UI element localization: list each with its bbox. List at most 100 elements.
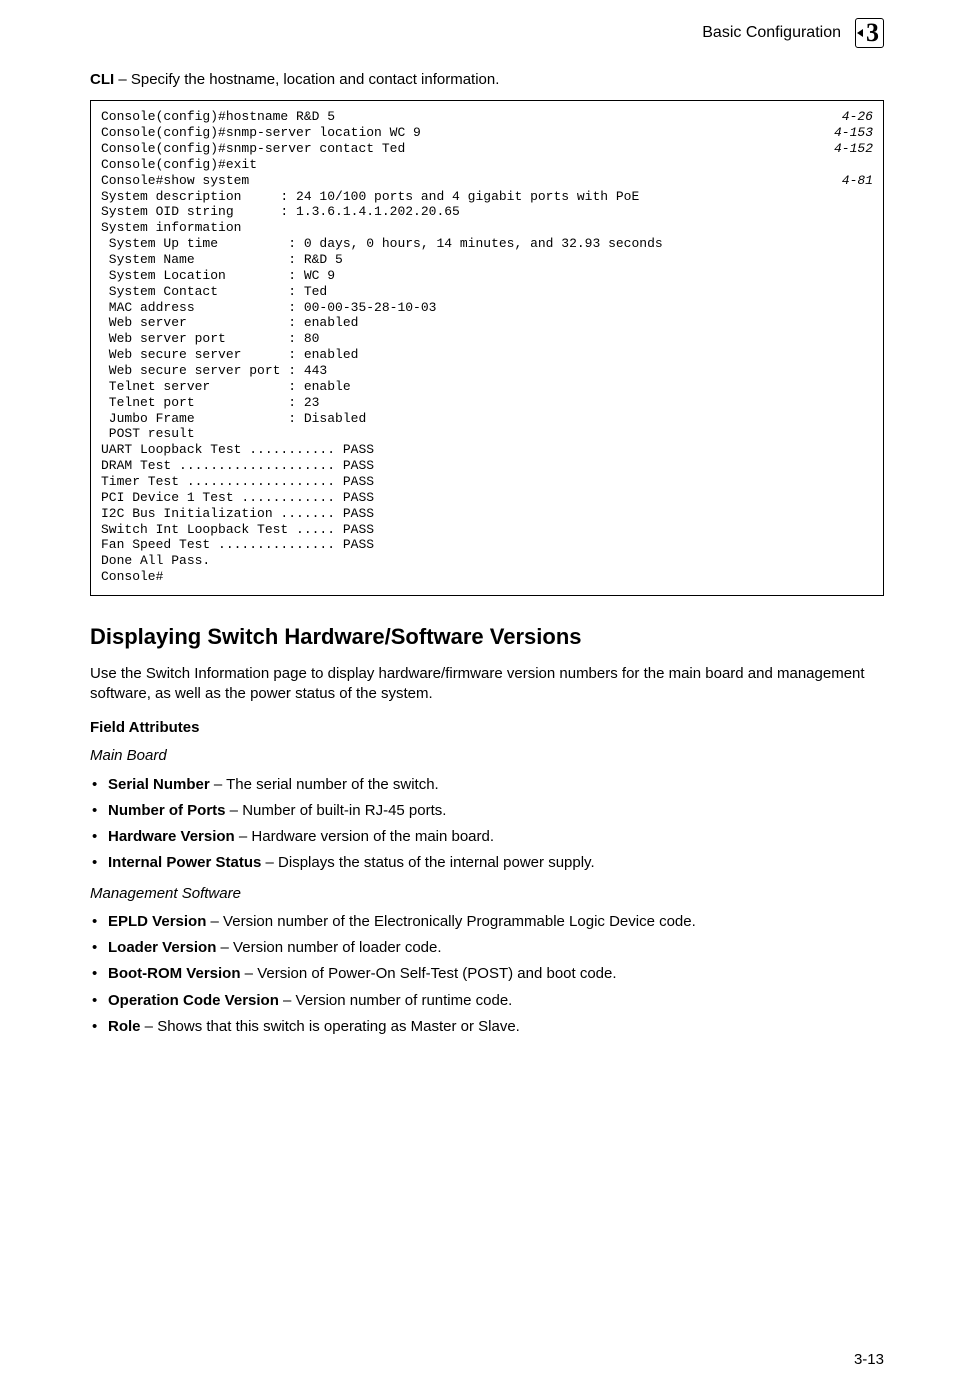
- code-left: MAC address : 00-00-35-28-10-03: [101, 300, 436, 316]
- field-attributes-label: Field Attributes: [90, 718, 884, 738]
- page-number: 3-13: [854, 1350, 884, 1370]
- code-row: System Location : WC 9: [101, 268, 873, 284]
- list-item-term: Boot-ROM Version: [108, 965, 241, 982]
- list-item-term: Operation Code Version: [108, 992, 279, 1009]
- code-row: MAC address : 00-00-35-28-10-03: [101, 300, 873, 316]
- code-ref: 4-26: [830, 109, 873, 125]
- code-left: System Name : R&D 5: [101, 252, 343, 268]
- code-row: Console#: [101, 569, 873, 585]
- code-ref: 4-153: [822, 125, 873, 141]
- code-row: Web server port : 80: [101, 331, 873, 347]
- list-item: Loader Version – Version number of loade…: [90, 938, 884, 958]
- management-software-list: EPLD Version – Version number of the Ele…: [90, 912, 884, 1037]
- list-item-desc: – The serial number of the switch.: [210, 776, 439, 793]
- list-item: Serial Number – The serial number of the…: [90, 775, 884, 795]
- cli-intro-line: CLI – Specify the hostname, location and…: [90, 70, 884, 90]
- code-ref: 4-81: [830, 173, 873, 189]
- code-left: I2C Bus Initialization ....... PASS: [101, 506, 374, 522]
- code-row: Console(config)#hostname R&D 5 4-26: [101, 109, 873, 125]
- code-row: I2C Bus Initialization ....... PASS: [101, 506, 873, 522]
- list-item: Operation Code Version – Version number …: [90, 991, 884, 1011]
- code-left: Console#show system: [101, 173, 249, 189]
- list-item-term: Serial Number: [108, 776, 210, 793]
- code-left: Telnet server : enable: [101, 379, 351, 395]
- code-row: Telnet server : enable: [101, 379, 873, 395]
- code-row: Web secure server port : 443: [101, 363, 873, 379]
- list-item-term: Internal Power Status: [108, 854, 261, 871]
- code-row: System Name : R&D 5: [101, 252, 873, 268]
- chapter-number: 3: [866, 18, 879, 47]
- main-board-label: Main Board: [90, 746, 884, 766]
- list-item: Role – Shows that this switch is operati…: [90, 1017, 884, 1037]
- cli-intro-rest: – Specify the hostname, location and con…: [114, 71, 499, 88]
- code-left: PCI Device 1 Test ............ PASS: [101, 490, 374, 506]
- code-row: Web secure server : enabled: [101, 347, 873, 363]
- section-heading: Displaying Switch Hardware/Software Vers…: [90, 622, 884, 652]
- code-row: PCI Device 1 Test ............ PASS: [101, 490, 873, 506]
- code-left: Console(config)#hostname R&D 5: [101, 109, 335, 125]
- code-left: Web secure server port : 443: [101, 363, 327, 379]
- list-item-desc: – Number of built-in RJ-45 ports.: [226, 802, 447, 819]
- list-item-desc: – Version of Power-On Self-Test (POST) a…: [241, 965, 617, 982]
- code-left: System OID string : 1.3.6.1.4.1.202.20.6…: [101, 204, 460, 220]
- list-item: Boot-ROM Version – Version of Power-On S…: [90, 964, 884, 984]
- management-software-label: Management Software: [90, 884, 884, 904]
- code-left: Console(config)#snmp-server location WC …: [101, 125, 421, 141]
- list-item: EPLD Version – Version number of the Ele…: [90, 912, 884, 932]
- code-left: Telnet port : 23: [101, 395, 319, 411]
- section-intro: Use the Switch Information page to displ…: [90, 664, 884, 705]
- list-item: Internal Power Status – Displays the sta…: [90, 853, 884, 873]
- code-left: DRAM Test .................... PASS: [101, 458, 374, 474]
- code-row: System Contact : Ted: [101, 284, 873, 300]
- list-item-term: Loader Version: [108, 939, 216, 956]
- code-row: Done All Pass.: [101, 553, 873, 569]
- code-left: Jumbo Frame : Disabled: [101, 411, 366, 427]
- code-row: Console(config)#snmp-server contact Ted 4…: [101, 141, 873, 157]
- list-item-desc: – Version number of loader code.: [216, 939, 441, 956]
- code-row: Switch Int Loopback Test ..... PASS: [101, 522, 873, 538]
- code-row: POST result: [101, 426, 873, 442]
- code-left: System Location : WC 9: [101, 268, 335, 284]
- code-left: System description : 24 10/100 ports and…: [101, 189, 639, 205]
- code-row: Web server : enabled: [101, 315, 873, 331]
- code-left: POST result: [101, 426, 195, 442]
- code-left: System information: [101, 220, 241, 236]
- code-left: System Contact : Ted: [101, 284, 327, 300]
- code-row: Fan Speed Test ............... PASS: [101, 537, 873, 553]
- code-left: Timer Test ................... PASS: [101, 474, 374, 490]
- list-item-term: Number of Ports: [108, 802, 226, 819]
- code-row: Console#show system 4-81: [101, 173, 873, 189]
- code-row: Telnet port : 23: [101, 395, 873, 411]
- list-item-desc: – Shows that this switch is operating as…: [141, 1018, 520, 1035]
- cli-intro-prefix: CLI: [90, 71, 114, 88]
- cli-output-box: Console(config)#hostname R&D 54-26Consol…: [90, 100, 884, 596]
- code-left: UART Loopback Test ........... PASS: [101, 442, 374, 458]
- list-item-desc: – Version number of runtime code.: [279, 992, 512, 1009]
- list-item: Hardware Version – Hardware version of t…: [90, 827, 884, 847]
- code-left: Console(config)#exit: [101, 157, 257, 173]
- page-header: Basic Configuration 3: [90, 18, 884, 48]
- badge-arrow-icon: [857, 29, 863, 37]
- code-left: Done All Pass.: [101, 553, 210, 569]
- list-item-term: EPLD Version: [108, 913, 206, 930]
- list-item-term: Hardware Version: [108, 828, 235, 845]
- code-row: Console(config)#exit: [101, 157, 873, 173]
- code-left: System Up time : 0 days, 0 hours, 14 min…: [101, 236, 663, 252]
- list-item: Number of Ports – Number of built-in RJ-…: [90, 801, 884, 821]
- code-ref: 4-152: [822, 141, 873, 157]
- code-left: Console(config)#snmp-server contact Ted: [101, 141, 405, 157]
- code-row: DRAM Test .................... PASS: [101, 458, 873, 474]
- code-row: Console(config)#snmp-server location WC …: [101, 125, 873, 141]
- list-item-desc: – Displays the status of the internal po…: [261, 854, 594, 871]
- code-left: Switch Int Loopback Test ..... PASS: [101, 522, 374, 538]
- code-row: UART Loopback Test ........... PASS: [101, 442, 873, 458]
- page: Basic Configuration 3 CLI – Specify the …: [0, 0, 954, 1388]
- code-row: Jumbo Frame : Disabled: [101, 411, 873, 427]
- chapter-badge: 3: [855, 18, 884, 48]
- list-item-term: Role: [108, 1018, 141, 1035]
- header-section-title: Basic Configuration: [702, 22, 841, 44]
- code-row: Timer Test ................... PASS: [101, 474, 873, 490]
- code-left: Console#: [101, 569, 163, 585]
- main-board-list: Serial Number – The serial number of the…: [90, 775, 884, 874]
- code-left: Web server port : 80: [101, 331, 319, 347]
